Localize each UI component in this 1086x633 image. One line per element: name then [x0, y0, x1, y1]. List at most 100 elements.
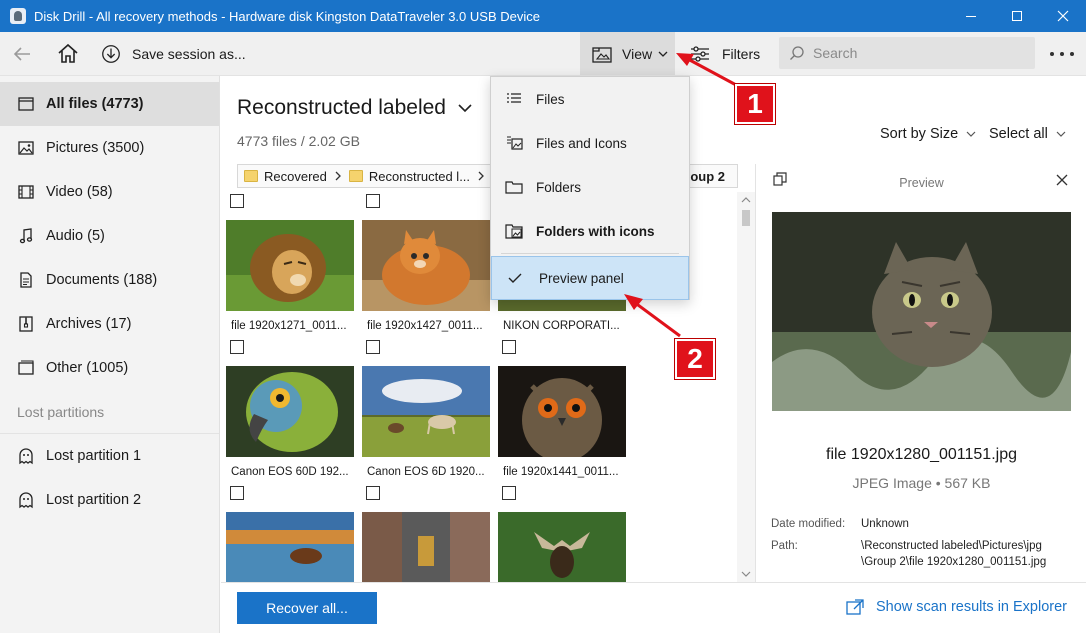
- tile-caption: file 1920x1427_0011...: [367, 320, 483, 332]
- minimize-icon: [966, 15, 976, 17]
- breadcrumb: Recovered Reconstructed l...: [237, 164, 500, 188]
- pictures-icon: [18, 141, 34, 155]
- tile-checkbox[interactable]: [502, 340, 516, 354]
- sidebar-item-label: Lost partition 1: [46, 448, 142, 464]
- chevron-right-icon: [335, 171, 341, 181]
- menu-item-folders-with-icons[interactable]: Folders with icons: [491, 209, 689, 253]
- footer: Recover all... Show scan results in Expl…: [221, 582, 1086, 633]
- menu-item-preview-panel[interactable]: Preview panel: [491, 256, 689, 300]
- toolbar: Save session as... View Filters: [0, 32, 1086, 76]
- chevron-down-icon: [1056, 131, 1066, 137]
- close-window-button[interactable]: [1040, 0, 1086, 32]
- menu-item-label: Folders with icons: [536, 223, 655, 239]
- sidebar-item-lost-partition-2[interactable]: Lost partition 2: [0, 478, 219, 522]
- sidebar-item-label: Pictures (3500): [46, 140, 145, 156]
- grid-scrollbar[interactable]: [737, 192, 755, 582]
- lost-partitions-heading: Lost partitions: [0, 390, 219, 434]
- filters-button[interactable]: Filters: [690, 40, 760, 68]
- search-box[interactable]: [779, 37, 1035, 69]
- tile-checkbox[interactable]: [230, 340, 244, 354]
- home-icon[interactable]: [56, 42, 80, 66]
- sidebar-item-label: All files (4773): [46, 96, 144, 112]
- folder-image-icon: [505, 224, 523, 239]
- sidebar-item-label: Documents (188): [46, 272, 158, 288]
- ghost-icon: [19, 448, 33, 465]
- sort-by-dropdown[interactable]: Sort by Size: [880, 126, 976, 142]
- tile-checkbox[interactable]: [366, 340, 380, 354]
- tile-checkbox[interactable]: [230, 486, 244, 500]
- tile-checkbox[interactable]: [502, 486, 516, 500]
- parrot-thumbnail: [226, 366, 354, 457]
- sidebar-item-lost-partition-1[interactable]: Lost partition 1: [0, 434, 219, 478]
- menu-item-label: Files and Icons: [536, 135, 627, 151]
- page-title[interactable]: Reconstructed labeled: [237, 96, 472, 120]
- chevron-down-icon: [658, 51, 668, 57]
- date-modified-label: Date modified:: [771, 518, 846, 530]
- window-title: Disk Drill - All recovery methods - Hard…: [34, 8, 540, 24]
- sidebar-item-pictures[interactable]: Pictures (3500): [0, 126, 219, 170]
- tile-caption: NIKON CORPORATI...: [503, 320, 620, 332]
- menu-item-files[interactable]: Files: [491, 77, 689, 121]
- tile-checkbox[interactable]: [230, 194, 244, 208]
- sidebar-item-video[interactable]: Video (58): [0, 170, 219, 214]
- breadcrumb-label: Reconstructed l...: [368, 168, 471, 184]
- maximize-icon: [1012, 11, 1022, 21]
- sidebar-item-documents[interactable]: Documents (188): [0, 258, 219, 302]
- save-session-button[interactable]: Save session as...: [100, 40, 246, 68]
- path-value-line1: \Reconstructed labeled\Pictures\jpg: [861, 540, 1042, 552]
- search-input[interactable]: [813, 45, 1013, 61]
- select-all-dropdown[interactable]: Select all: [989, 126, 1066, 142]
- video-icon: [18, 185, 34, 199]
- sidebar-item-audio[interactable]: Audio (5): [0, 214, 219, 258]
- list-icon: [507, 93, 521, 103]
- preview-panel: Preview file 1920x1280_001151.jpg JPEG I…: [755, 164, 1086, 582]
- breadcrumb-item[interactable]: Recovered: [244, 169, 349, 184]
- select-all-label: Select all: [989, 126, 1048, 142]
- chevron-down-icon: [966, 131, 976, 137]
- tile-checkbox[interactable]: [366, 486, 380, 500]
- tile-caption: Canon EOS 60D 192...: [231, 466, 349, 478]
- horses-thumbnail: [362, 366, 490, 457]
- sidebar-item-other[interactable]: Other (1005): [0, 346, 219, 390]
- menu-divider: [501, 253, 679, 254]
- menu-item-folders[interactable]: Folders: [491, 165, 689, 209]
- sidebar: All files (4773) Pictures (3500) Video (…: [0, 76, 220, 633]
- menu-item-files-and-icons[interactable]: Files and Icons: [491, 121, 689, 165]
- more-dot-icon: [1060, 52, 1064, 56]
- menu-item-label: Files: [536, 91, 565, 107]
- sidebar-item-all-files[interactable]: All files (4773): [0, 82, 219, 126]
- show-scan-results-link[interactable]: Show scan results in Explorer: [846, 599, 1067, 615]
- documents-icon: [20, 272, 32, 288]
- more-dot-icon: [1050, 52, 1054, 56]
- tile-checkbox[interactable]: [366, 194, 380, 208]
- close-icon[interactable]: [1055, 173, 1069, 187]
- files-summary: 4773 files / 2.02 GB: [237, 133, 360, 149]
- back-arrow-icon[interactable]: [10, 42, 34, 66]
- audio-icon: [19, 228, 33, 244]
- view-button[interactable]: View: [580, 32, 675, 75]
- date-modified-value: Unknown: [861, 518, 909, 530]
- minimize-button[interactable]: [948, 0, 994, 32]
- more-options-button[interactable]: [1050, 44, 1074, 64]
- scrollbar-thumb[interactable]: [742, 210, 750, 226]
- sidebar-item-label: Audio (5): [46, 228, 105, 244]
- chevron-down-icon: [458, 104, 472, 113]
- cat-thumbnail: [362, 220, 490, 311]
- all-files-icon: [18, 97, 34, 111]
- breadcrumb-item[interactable]: Reconstructed l...: [348, 168, 492, 184]
- recover-all-button[interactable]: Recover all...: [237, 592, 377, 624]
- checkmark-icon: [508, 273, 522, 283]
- show-scan-label: Show scan results in Explorer: [876, 599, 1067, 615]
- folder-icon: [505, 181, 523, 194]
- sidebar-item-archives[interactable]: Archives (17): [0, 302, 219, 346]
- external-link-icon: [846, 599, 864, 615]
- maximize-button[interactable]: [994, 0, 1040, 32]
- preview-file-name: file 1920x1280_001151.jpg: [826, 446, 1017, 463]
- folder-icon: [244, 170, 258, 182]
- page-title-text: Reconstructed labeled: [237, 96, 446, 119]
- sidebar-item-label: Archives (17): [46, 316, 132, 332]
- path-value-line2: \Group 2\file 1920x1280_001151.jpg: [861, 556, 1047, 568]
- scroll-down-icon[interactable]: [741, 570, 751, 578]
- scroll-up-icon[interactable]: [741, 196, 751, 204]
- folder-icon: [348, 170, 363, 182]
